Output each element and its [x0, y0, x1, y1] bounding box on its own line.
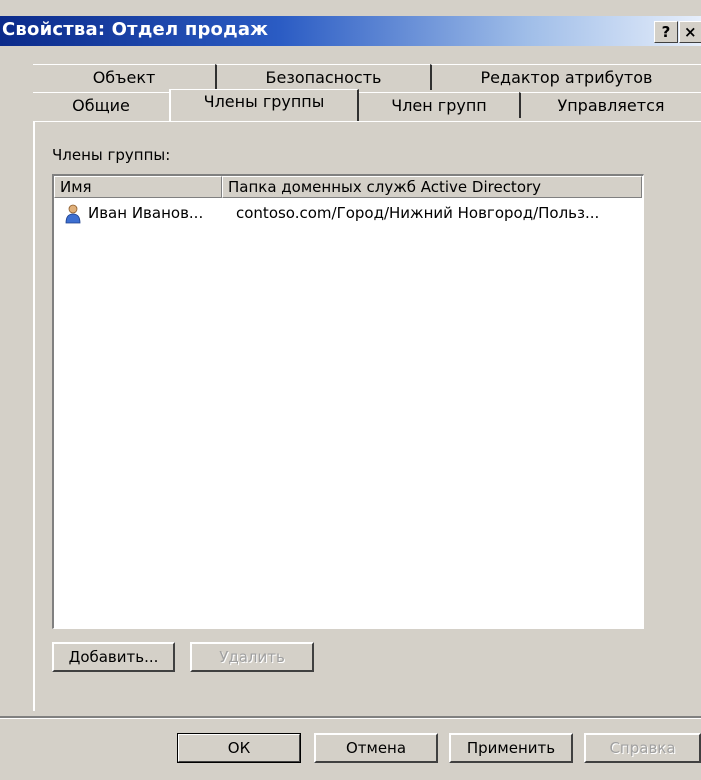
help-title-button[interactable]: ?	[654, 21, 678, 43]
member-folder: contoso.com/Город/Нижний Новгород/Польз.…	[236, 204, 600, 222]
tab-security[interactable]: Безопасность	[215, 64, 430, 90]
column-header-name[interactable]: Имя	[54, 176, 222, 198]
window-title: Свойства: Отдел продаж	[2, 19, 269, 40]
user-icon	[64, 204, 82, 224]
members-list[interactable]: Имя Папка доменных служб Active Director…	[52, 174, 644, 629]
column-header-folder[interactable]: Папка доменных служб Active Directory	[222, 176, 642, 198]
tab-attribute-editor[interactable]: Редактор атрибутов	[430, 64, 701, 90]
ok-button[interactable]: ОК	[177, 733, 301, 763]
tab-group-members[interactable]: Члены группы	[169, 89, 359, 121]
properties-dialog: Свойства: Отдел продаж ? × Объект Безопа…	[0, 0, 701, 780]
divider	[0, 716, 701, 719]
tab-general[interactable]: Общие	[33, 92, 169, 118]
add-button[interactable]: Добавить...	[52, 642, 175, 672]
title-bar[interactable]: Свойства: Отдел продаж ? ×	[0, 16, 701, 46]
cancel-button[interactable]: Отмена	[314, 733, 438, 763]
remove-button[interactable]: Удалить	[190, 642, 314, 672]
tab-member-of[interactable]: Член групп	[359, 92, 519, 118]
table-row[interactable]: Иван Иванов... contoso.com/Город/Нижний …	[54, 204, 643, 226]
help-button[interactable]: Справка	[584, 733, 701, 763]
tab-managed-by[interactable]: Управляется	[519, 92, 701, 118]
close-button[interactable]: ×	[679, 21, 701, 43]
member-name: Иван Иванов...	[88, 204, 204, 222]
apply-button[interactable]: Применить	[449, 733, 573, 763]
tab-object[interactable]: Объект	[33, 64, 215, 90]
members-label: Члены группы:	[52, 146, 171, 164]
